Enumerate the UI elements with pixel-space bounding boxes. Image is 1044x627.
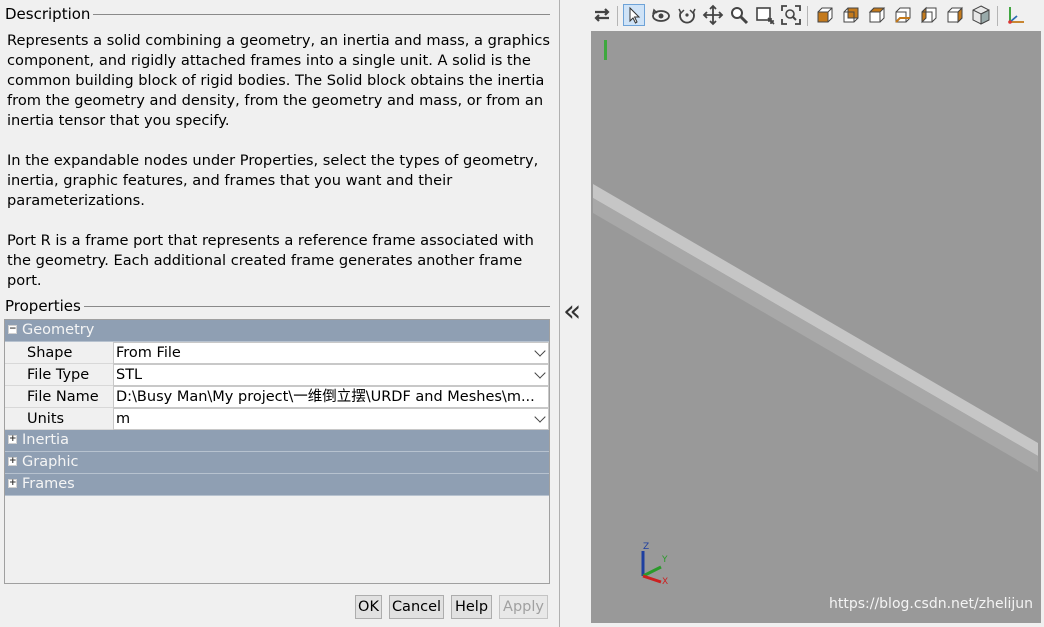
- watermark: https://blog.csdn.net/zhelijun: [828, 596, 1033, 612]
- section-graphic[interactable]: + Graphic: [5, 452, 549, 474]
- collapse-pane-icon[interactable]: «: [563, 292, 581, 332]
- description-divider: [90, 14, 550, 15]
- axis-triad: Z Y X: [641, 542, 668, 587]
- right-view-icon[interactable]: [892, 4, 914, 26]
- cancel-button[interactable]: Cancel: [389, 595, 444, 619]
- 3d-viewport[interactable]: Z Y X https://blog.csdn.net/zhelijun: [591, 31, 1041, 623]
- section-frames-label: Frames: [22, 476, 75, 492]
- shape-value: From File: [116, 345, 181, 361]
- units-select[interactable]: m: [113, 408, 549, 430]
- properties-divider: [82, 306, 550, 307]
- property-name: File Name: [5, 386, 113, 408]
- description-text: Represents a solid combining a geometry,…: [7, 31, 552, 311]
- bottom-view-icon[interactable]: [944, 4, 966, 26]
- solid-body-side: [593, 198, 1038, 472]
- property-row-file-type: File Type STL: [5, 364, 549, 386]
- left-view-icon[interactable]: [866, 4, 888, 26]
- isometric-view-icon[interactable]: [970, 4, 992, 26]
- viewer-toolbar: [590, 0, 1044, 31]
- expand-icon[interactable]: +: [8, 435, 17, 444]
- top-view-icon[interactable]: [918, 4, 940, 26]
- expand-icon[interactable]: +: [8, 457, 17, 466]
- description-paragraph-3: Port R is a frame port that represents a…: [7, 232, 534, 289]
- splitter-line: [559, 0, 560, 627]
- zoom-icon[interactable]: [728, 4, 750, 26]
- solid-body-top: [593, 184, 1038, 456]
- chevron-down-icon[interactable]: [534, 367, 546, 379]
- pan-icon[interactable]: [702, 4, 724, 26]
- rotate-icon[interactable]: [650, 4, 672, 26]
- block-parameters-pane: Description Represents a solid combining…: [0, 0, 558, 627]
- help-button[interactable]: Help: [451, 595, 492, 619]
- section-frames[interactable]: + Frames: [5, 474, 549, 496]
- fit-view-icon[interactable]: [780, 4, 802, 26]
- section-geometry-label: Geometry: [22, 322, 95, 338]
- apply-button[interactable]: Apply: [499, 595, 548, 619]
- toolbar-separator: [997, 6, 998, 26]
- properties-tree: − Geometry Shape From File File Type STL…: [4, 319, 550, 584]
- roll-icon[interactable]: [676, 4, 698, 26]
- section-inertia-label: Inertia: [22, 432, 69, 448]
- property-row-shape: Shape From File: [5, 342, 549, 364]
- file-type-value: STL: [116, 367, 143, 383]
- back-view-icon[interactable]: [840, 4, 862, 26]
- description-paragraph-2: In the expandable nodes under Properties…: [7, 152, 539, 209]
- toolbar-separator: [617, 6, 618, 26]
- file-name-field[interactable]: D:\Busy Man\My project\一维倒立摆\URDF and Me…: [113, 386, 549, 408]
- property-name: Units: [5, 408, 113, 430]
- zoom-box-icon[interactable]: [754, 4, 776, 26]
- triad-icon[interactable]: [1004, 4, 1026, 26]
- expand-icon[interactable]: +: [8, 479, 17, 488]
- file-type-select[interactable]: STL: [113, 364, 549, 386]
- property-name: File Type: [5, 364, 113, 386]
- section-geometry[interactable]: − Geometry: [5, 320, 549, 342]
- properties-title: Properties: [5, 297, 84, 315]
- section-graphic-label: Graphic: [22, 454, 79, 470]
- section-inertia[interactable]: + Inertia: [5, 430, 549, 452]
- axis-z-label: Z: [643, 542, 649, 552]
- property-row-file-name: File Name D:\Busy Man\My project\一维倒立摆\U…: [5, 386, 549, 408]
- axis-x-label: X: [662, 577, 668, 587]
- description-title: Description: [5, 5, 94, 23]
- chevron-down-icon[interactable]: [534, 345, 546, 357]
- collapse-icon[interactable]: −: [8, 325, 17, 334]
- swap-icon[interactable]: [591, 4, 613, 26]
- frame-marker: [604, 40, 607, 60]
- property-name: Shape: [5, 342, 113, 364]
- select-arrow-icon[interactable]: [623, 4, 645, 26]
- description-paragraph-1: Represents a solid combining a geometry,…: [7, 32, 551, 129]
- pane-splitter[interactable]: «: [558, 0, 590, 627]
- chevron-down-icon[interactable]: [534, 411, 546, 423]
- axis-y-label: Y: [661, 555, 668, 565]
- toolbar-separator: [807, 6, 808, 26]
- shape-select[interactable]: From File: [113, 342, 549, 364]
- property-row-units: Units m: [5, 408, 549, 430]
- units-value: m: [116, 411, 131, 427]
- scene-canvas: Z Y X: [593, 40, 1038, 587]
- ok-button[interactable]: OK: [355, 595, 382, 619]
- front-view-icon[interactable]: [814, 4, 836, 26]
